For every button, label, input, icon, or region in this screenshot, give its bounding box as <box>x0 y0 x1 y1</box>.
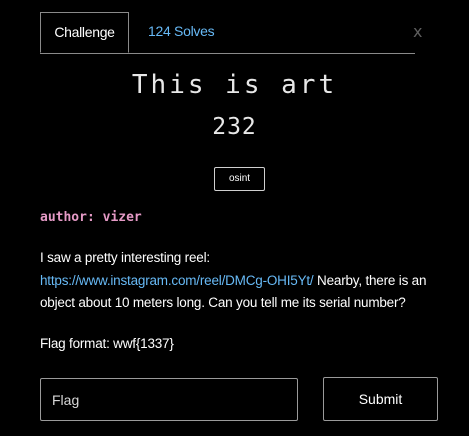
tab-solves[interactable]: 124 Solves <box>148 12 215 53</box>
challenge-author: author: vizer <box>40 210 142 225</box>
tab-bar: Challenge 124 Solves <box>40 12 415 54</box>
tab-challenge[interactable]: Challenge <box>40 12 129 53</box>
flag-input[interactable] <box>40 378 298 421</box>
reel-link[interactable]: https://www.instagram.com/reel/DMCg-OHI5… <box>40 273 314 288</box>
challenge-description: I saw a pretty interesting reel: https://… <box>40 247 440 315</box>
category-tag: osint <box>214 167 265 191</box>
close-icon[interactable]: x <box>413 22 422 42</box>
submit-button[interactable]: Submit <box>323 377 438 421</box>
flag-format-text: Flag format: wwf{1337} <box>40 336 174 351</box>
challenge-title: This is art <box>131 70 338 100</box>
description-intro: I saw a pretty interesting reel: <box>40 250 210 265</box>
challenge-points: 232 <box>212 114 257 140</box>
